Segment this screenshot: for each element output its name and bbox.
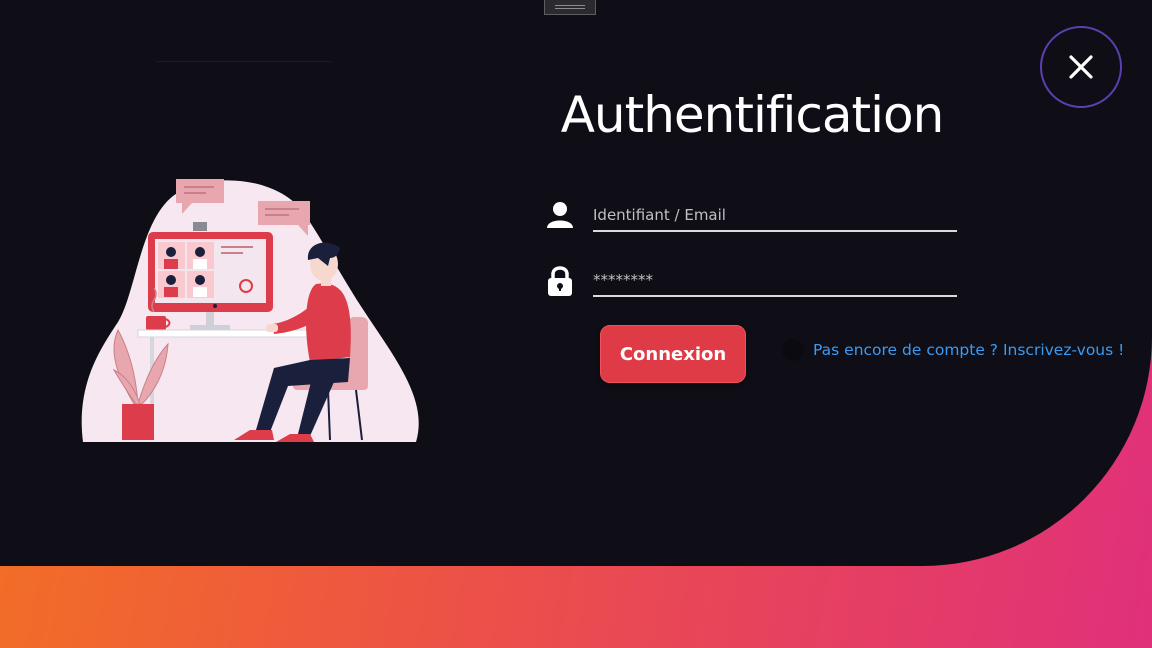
password-field [545,263,959,303]
page-title: Authentification [560,86,945,144]
username-field [545,198,959,238]
user-icon [547,202,573,228]
close-icon [1069,55,1093,79]
lock-icon [548,266,572,296]
drag-handle[interactable] [544,0,596,15]
video-call-illustration [81,179,419,442]
username-input[interactable] [593,200,957,232]
signup-indicator [782,339,804,361]
divider [156,61,331,62]
login-button[interactable]: Connexion [600,325,746,383]
password-input[interactable] [593,265,957,297]
signup-link[interactable]: Pas encore de compte ? Inscrivez-vous ! [813,341,1124,359]
close-button[interactable] [1040,26,1122,108]
